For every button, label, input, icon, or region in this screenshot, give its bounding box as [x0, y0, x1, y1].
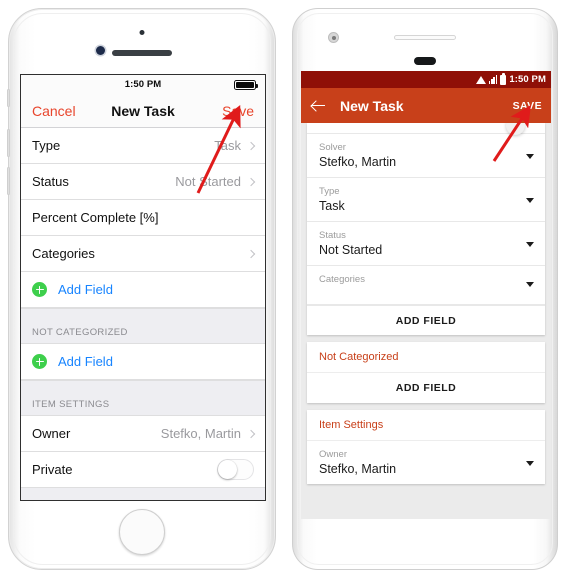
- ios-navigation-bar: Cancel New Task Save: [21, 94, 265, 128]
- back-arrow-icon[interactable]: [310, 98, 326, 114]
- chevron-down-icon[interactable]: [526, 197, 534, 203]
- android-field-solver[interactable]: Solver Stefko, Martin: [307, 134, 545, 178]
- android-card-not-categorized: Not Categorized ADD FIELD: [307, 342, 545, 403]
- section-header-label: ITEM SETTINGS: [32, 399, 110, 410]
- page-title: New Task: [340, 97, 404, 114]
- android-card-item-settings: Item Settings Owner Stefko, Martin: [307, 410, 545, 484]
- iphone-mute-switch[interactable]: [7, 89, 10, 107]
- field-label: Type: [319, 186, 340, 197]
- plus-circle-icon: [32, 282, 47, 297]
- ios-row-value: Stefko, Martin: [160, 426, 241, 441]
- ios-list-footer: [21, 488, 265, 500]
- ios-row-owner[interactable]: Owner Stefko, Martin: [21, 416, 265, 452]
- android-screen-bottom-fade: [301, 505, 551, 519]
- ios-row-label: Private: [32, 462, 73, 477]
- ios-row-label: Owner: [32, 426, 71, 441]
- ios-row-status[interactable]: Status Not Started: [21, 164, 265, 200]
- section-header-not-categorized: NOT CATEGORIZED: [21, 308, 265, 344]
- field-value: Stefko, Martin: [319, 155, 397, 169]
- chevron-right-icon: [246, 249, 256, 258]
- ios-row-value: Task: [214, 138, 241, 153]
- iphone-earpiece-speaker: [112, 50, 172, 56]
- add-field-button-1[interactable]: ADD FIELD: [307, 305, 545, 335]
- section-header-not-categorized: Not Categorized: [307, 342, 545, 373]
- field-label: Owner: [319, 449, 347, 460]
- ios-form-list: Type Task Status Not Started Percent Com…: [21, 128, 265, 500]
- android-field-type[interactable]: Type Task: [307, 178, 545, 222]
- android-form-body: Solver Stefko, Martin Type Task Status N…: [301, 123, 551, 519]
- save-button[interactable]: SAVE: [513, 100, 542, 112]
- chevron-down-icon[interactable]: [526, 241, 534, 247]
- android-status-bar: 1:50 PM: [301, 71, 551, 88]
- android-device-frame: 1:50 PM New Task SAVE Solver Stefko, Mar…: [292, 8, 558, 570]
- android-app-bar: New Task SAVE: [301, 88, 551, 123]
- field-label: Categories: [319, 274, 365, 285]
- battery-icon: [234, 80, 259, 90]
- android-field-owner[interactable]: Owner Stefko, Martin: [307, 441, 545, 484]
- field-label: Status: [319, 230, 346, 241]
- ios-status-time: 1:50 PM: [124, 79, 162, 90]
- iphone-device-frame: 1:50 PM Cancel New Task Save Type Task S…: [7, 8, 276, 570]
- android-top-slot: [394, 35, 456, 40]
- chevron-down-icon[interactable]: [526, 282, 534, 287]
- ios-row-label: Status: [32, 174, 69, 189]
- iphone-home-button[interactable]: [119, 509, 165, 555]
- iphone-screen: 1:50 PM Cancel New Task Save Type Task S…: [20, 74, 266, 501]
- field-value: Not Started: [319, 243, 383, 257]
- section-header-item-settings: Item Settings: [307, 410, 545, 441]
- section-header-label: NOT CATEGORIZED: [32, 327, 128, 338]
- save-button[interactable]: Save: [222, 103, 254, 119]
- ios-row-value: Not Started: [175, 174, 241, 189]
- iphone-front-camera: [96, 46, 105, 55]
- iphone-volume-down-button[interactable]: [7, 167, 10, 195]
- add-field-button-1[interactable]: Add Field: [21, 272, 265, 308]
- chevron-right-icon: [246, 177, 256, 186]
- ios-row-private[interactable]: Private: [21, 452, 265, 488]
- android-field-status[interactable]: Status Not Started: [307, 222, 545, 266]
- android-front-camera: [328, 32, 339, 43]
- ios-row-type[interactable]: Type Task: [21, 128, 265, 164]
- add-field-button-2[interactable]: Add Field: [21, 344, 265, 380]
- field-value: Task: [319, 199, 345, 213]
- field-value: Stefko, Martin: [319, 462, 397, 476]
- android-partial-toggle-row: [307, 123, 545, 135]
- iphone-proximity-sensor: [139, 30, 145, 35]
- add-field-button-2[interactable]: ADD FIELD: [307, 373, 545, 403]
- android-card-fields: Solver Stefko, Martin Type Task Status N…: [307, 123, 545, 335]
- iphone-volume-up-button[interactable]: [7, 129, 10, 157]
- ios-row-label: Categories: [32, 246, 95, 261]
- add-field-label: Add Field: [58, 354, 113, 369]
- signal-icon: [488, 75, 498, 84]
- private-toggle[interactable]: [217, 459, 254, 480]
- wifi-icon: [475, 75, 486, 84]
- section-header-item-settings: ITEM SETTINGS: [21, 380, 265, 416]
- android-screen: 1:50 PM New Task SAVE Solver Stefko, Mar…: [301, 71, 551, 519]
- plus-circle-icon: [32, 354, 47, 369]
- chevron-down-icon[interactable]: [526, 153, 534, 159]
- screenshot-canvas: 1:50 PM Cancel New Task Save Type Task S…: [0, 0, 566, 578]
- ios-row-label: Percent Complete [%]: [32, 210, 159, 225]
- field-label: Solver: [319, 142, 346, 153]
- ios-row-label: Type: [32, 138, 61, 153]
- android-status-time: 1:50 PM: [509, 74, 546, 85]
- android-earpiece-speaker: [414, 57, 436, 65]
- chevron-down-icon[interactable]: [526, 460, 534, 466]
- add-field-label: Add Field: [58, 282, 113, 297]
- android-field-categories[interactable]: Categories: [307, 266, 545, 305]
- chevron-right-icon: [246, 141, 256, 150]
- ios-row-percent-complete[interactable]: Percent Complete [%]: [21, 200, 265, 236]
- cancel-button[interactable]: Cancel: [32, 103, 76, 119]
- chevron-right-icon: [246, 429, 256, 438]
- ios-status-bar: 1:50 PM: [21, 75, 265, 94]
- battery-icon: [500, 72, 507, 85]
- ios-row-categories[interactable]: Categories: [21, 236, 265, 272]
